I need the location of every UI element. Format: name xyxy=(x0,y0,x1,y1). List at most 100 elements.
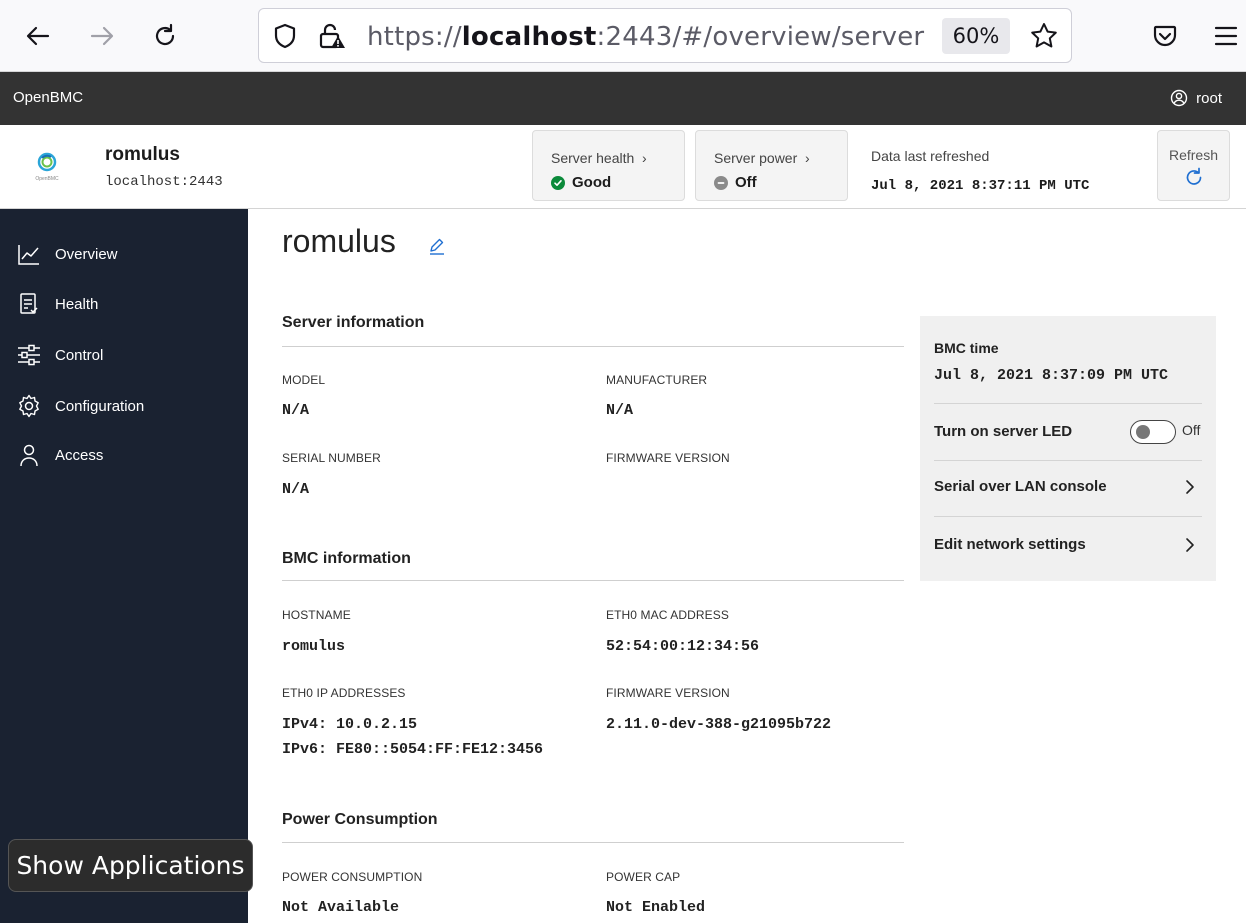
server-led-row: Turn on server LED Off xyxy=(934,420,1202,446)
server-firmware-label: FIRMWARE VERSION xyxy=(606,451,730,465)
mac-address-value: 52:54:00:12:34:56 xyxy=(606,638,760,655)
bmc-time-value: Jul 8, 2021 8:37:09 PM UTC xyxy=(934,367,1169,384)
check-circle-icon xyxy=(551,175,565,190)
quick-links-panel: BMC time Jul 8, 2021 8:37:09 PM UTC Turn… xyxy=(920,316,1216,581)
server-power-label: Server power › xyxy=(714,150,810,166)
refresh-button[interactable]: Refresh xyxy=(1157,130,1230,201)
ipv6-value: IPv6: FE80::5054:FF:FE12:3456 xyxy=(282,741,544,758)
user-icon xyxy=(20,444,38,467)
chart-line-icon xyxy=(18,245,39,265)
sidebar-item-label: Health xyxy=(55,295,99,313)
shield-icon xyxy=(274,23,296,49)
server-led-label: Turn on server LED xyxy=(934,423,1073,440)
server-health-value: Good xyxy=(551,174,611,191)
serial-number-value: N/A xyxy=(282,481,310,498)
url-bar[interactable]: https://localhost:2443/#/overview/server… xyxy=(258,8,1072,63)
sidebar-nav: Overview Health Control Configuration Ac… xyxy=(0,209,248,923)
bmc-firmware-label: FIRMWARE VERSION xyxy=(606,686,730,700)
server-led-state: Off xyxy=(1182,422,1201,438)
bmc-firmware-value: 2.11.0-dev-388-g21095b722 xyxy=(606,716,832,733)
sidebar-item-label: Configuration xyxy=(55,397,145,415)
power-consumption-value: Not Available xyxy=(282,899,400,916)
panel-divider xyxy=(934,403,1202,404)
ipv4-value: IPv4: 10.0.2.15 xyxy=(282,716,418,733)
lock-warning-icon xyxy=(319,23,345,49)
browser-toolbar: https://localhost:2443/#/overview/server… xyxy=(0,0,1246,72)
serial-over-lan-link[interactable]: Serial over LAN console xyxy=(934,478,1202,500)
user-circle-icon xyxy=(1170,89,1188,107)
manufacturer-value: N/A xyxy=(606,402,634,419)
serial-number-label: SERIAL NUMBER xyxy=(282,451,381,465)
app-brand: OpenBMC xyxy=(13,89,84,106)
toggle-knob xyxy=(1136,425,1150,439)
forward-button[interactable] xyxy=(80,14,124,58)
pencil-edit-icon[interactable] xyxy=(428,237,446,255)
section-divider xyxy=(282,580,904,581)
server-led-toggle[interactable] xyxy=(1130,420,1176,444)
server-health-label: Server health › xyxy=(551,150,647,166)
model-label: MODEL xyxy=(282,373,326,387)
bookmark-star-icon[interactable] xyxy=(1029,21,1059,51)
arrow-right-icon xyxy=(90,26,114,46)
edit-network-settings-link[interactable]: Edit network settings xyxy=(934,536,1202,558)
sidebar-item-control[interactable]: Control xyxy=(0,335,248,375)
user-menu[interactable]: root xyxy=(1170,89,1222,107)
reload-icon xyxy=(155,23,175,46)
refresh-label: Refresh xyxy=(1168,147,1219,163)
mac-address-label: ETH0 MAC ADDRESS xyxy=(606,608,729,622)
reload-button[interactable] xyxy=(143,14,187,58)
serial-over-lan-label: Serial over LAN console xyxy=(934,478,1107,495)
hostname-value: romulus xyxy=(282,638,346,655)
server-power-card[interactable]: Server power › Off xyxy=(695,130,848,201)
section-divider xyxy=(282,346,904,347)
sidebar-item-health[interactable]: Health xyxy=(0,284,248,324)
sidebar-item-label: Access xyxy=(55,446,104,464)
app-header: OpenBMC root xyxy=(0,72,1246,125)
system-host: localhost:2443 xyxy=(105,174,223,190)
svg-text:OpenBMC: OpenBMC xyxy=(35,176,59,182)
username: root xyxy=(1196,89,1222,107)
refresh-icon xyxy=(1186,167,1201,185)
panel-divider xyxy=(934,516,1202,517)
status-bar: OpenBMC romulus localhost:2443 Server he… xyxy=(0,125,1246,209)
section-divider xyxy=(282,842,904,843)
sidebar-item-label: Overview xyxy=(55,245,118,263)
server-info-heading: Server information xyxy=(282,314,425,331)
model-value: N/A xyxy=(282,402,310,419)
server-power-value: Off xyxy=(714,174,757,191)
pocket-icon[interactable] xyxy=(1151,22,1179,50)
gear-icon xyxy=(19,394,39,418)
edit-network-settings-label: Edit network settings xyxy=(934,536,1086,553)
sidebar-item-overview[interactable]: Overview xyxy=(0,234,248,274)
sidebar-item-configuration[interactable]: Configuration xyxy=(0,386,248,426)
last-refreshed-label: Data last refreshed xyxy=(871,148,990,164)
sliders-icon xyxy=(18,344,40,366)
arrow-left-icon xyxy=(26,26,50,46)
show-applications-tooltip: Show Applications xyxy=(8,839,253,892)
system-name: romulus xyxy=(105,144,180,165)
zoom-level-badge[interactable]: 60% xyxy=(942,18,1010,54)
openbmc-logo: OpenBMC xyxy=(35,152,59,182)
back-button[interactable] xyxy=(16,14,60,58)
sidebar-item-label: Control xyxy=(55,346,104,364)
page-title: romulus xyxy=(282,223,396,259)
url-text[interactable]: https://localhost:2443/#/overview/server xyxy=(367,22,924,52)
power-cap-value: Not Enabled xyxy=(606,899,706,916)
last-refreshed-value: Jul 8, 2021 8:37:11 PM UTC xyxy=(871,178,1090,194)
sidebar-item-access[interactable]: Access xyxy=(0,435,248,475)
server-health-card[interactable]: Server health › Good xyxy=(532,130,685,201)
chevron-right-icon xyxy=(1186,538,1194,552)
bmc-info-heading: BMC information xyxy=(282,550,411,567)
power-consumption-label: POWER CONSUMPTION xyxy=(282,870,423,884)
health-list-icon xyxy=(20,293,38,314)
status-off-icon xyxy=(714,175,728,190)
panel-divider xyxy=(934,460,1202,461)
hostname-label: HOSTNAME xyxy=(282,608,351,622)
ip-addresses-label: ETH0 IP ADDRESSES xyxy=(282,686,406,700)
power-heading: Power Consumption xyxy=(282,811,438,828)
bmc-time-label: BMC time xyxy=(934,340,999,356)
power-cap-label: POWER CAP xyxy=(606,870,681,884)
manufacturer-label: MANUFACTURER xyxy=(606,373,708,387)
menu-icon[interactable] xyxy=(1213,23,1239,49)
chevron-right-icon xyxy=(1186,480,1194,494)
